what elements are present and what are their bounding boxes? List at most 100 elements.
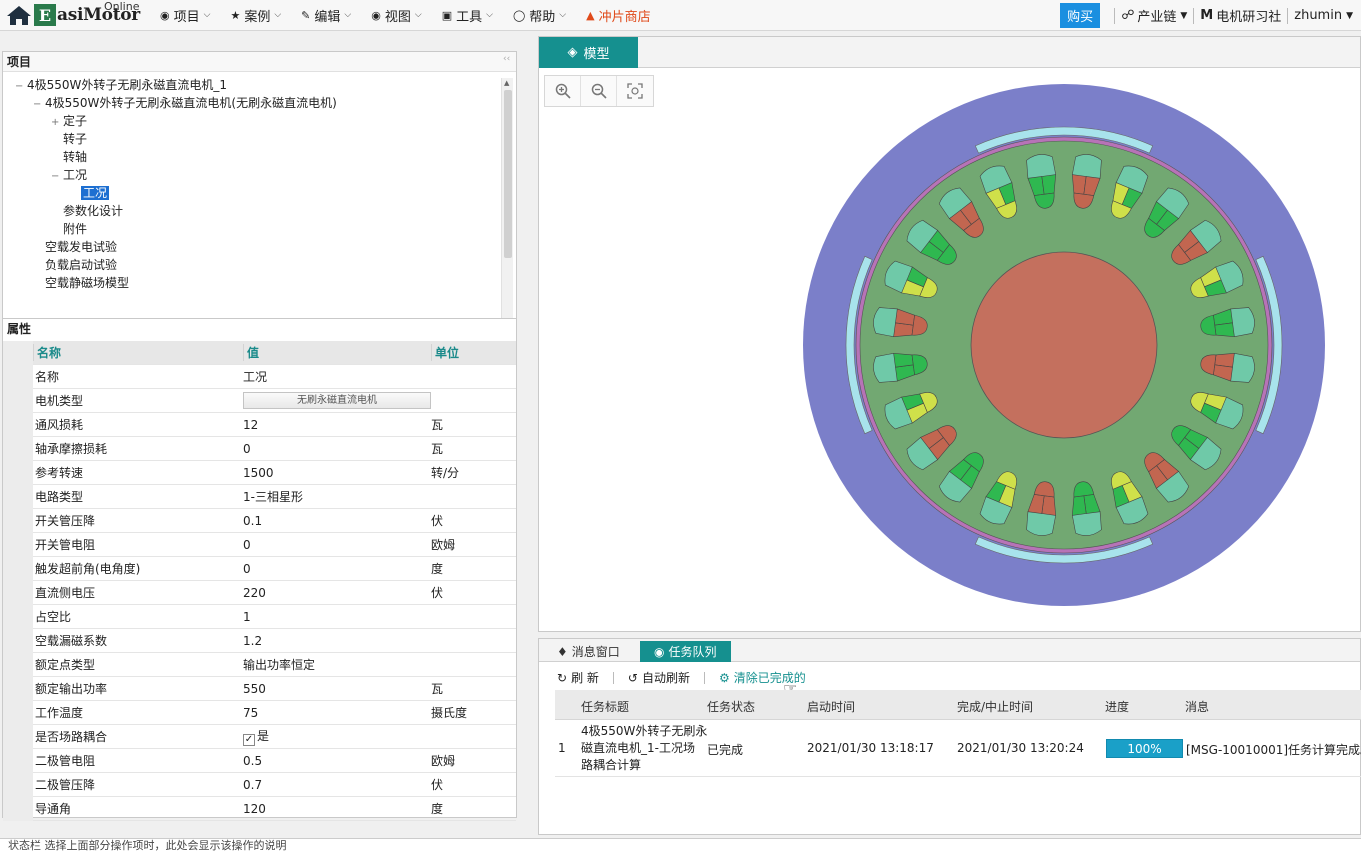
property-row[interactable]: 是否场路耦合 ✓ 是 — [3, 724, 516, 749]
property-row[interactable]: 轴承摩擦损耗 0 瓦 — [3, 436, 516, 461]
property-row[interactable]: 开关管电阻 0 欧姆 — [3, 532, 516, 557]
tree-node[interactable]: 附件 — [51, 221, 87, 238]
motor-cross-section[interactable] — [539, 71, 1360, 631]
property-value[interactable]: 1-三相星形 — [243, 488, 431, 505]
property-value[interactable]: 12 — [243, 418, 431, 432]
link-icon: ☍ — [1121, 8, 1135, 23]
property-row[interactable]: 电机类型 无刷永磁直流电机 — [3, 388, 516, 413]
scroll-thumb[interactable] — [504, 90, 512, 258]
property-row[interactable]: 名称 工况 — [3, 364, 516, 389]
menu-project[interactable]: ◉ 项目 ⌵ — [150, 0, 220, 31]
collapse-icon[interactable]: − — [15, 78, 24, 95]
tree-node[interactable]: 参数化设计 — [51, 203, 123, 220]
expand-icon[interactable]: + — [51, 114, 60, 131]
property-value[interactable]: 0.7 — [243, 778, 431, 792]
tab-model[interactable]: ◈ 模型 — [539, 37, 638, 68]
tree-node[interactable]: 空载静磁场模型 — [33, 275, 129, 292]
buy-button[interactable]: 购买 — [1060, 3, 1101, 28]
property-value[interactable]: 0.5 — [243, 754, 431, 768]
property-value[interactable]: 75 — [243, 706, 431, 720]
menu-lamination-shop[interactable]: ▲ 冲片商店 — [576, 0, 660, 31]
row-handle — [3, 508, 33, 533]
tree-node[interactable]: −4极550W外转子无刷永磁直流电机(无刷永磁直流电机) — [33, 95, 337, 112]
menu-tools[interactable]: ▣ 工具 ⌵ — [432, 0, 503, 31]
brand-suffix: Online — [104, 0, 140, 13]
property-row[interactable]: 工作温度 75 摄氏度 — [3, 700, 516, 725]
property-row[interactable]: 开关管压降 0.1 伏 — [3, 508, 516, 533]
tree-node[interactable]: + 定子 — [51, 113, 87, 130]
tree-node[interactable]: − 工况 — [51, 167, 87, 184]
header-unit[interactable]: 单位 — [431, 344, 516, 361]
property-value[interactable]: 输出功率恒定 — [243, 656, 431, 673]
property-value[interactable]: 550 — [243, 682, 431, 696]
community-link[interactable]: M 电机研习社 — [1200, 6, 1281, 25]
refresh-button[interactable]: ↻ 刷 新 — [557, 669, 599, 686]
tree-node[interactable]: 工况 — [69, 185, 110, 202]
property-row[interactable]: 额定输出功率 550 瓦 — [3, 676, 516, 701]
property-row[interactable]: 空载漏磁系数 1.2 — [3, 628, 516, 653]
property-value[interactable]: 无刷永磁直流电机 — [243, 392, 431, 409]
property-row[interactable]: 导通角 120 度 — [3, 796, 516, 821]
header-value[interactable]: 值 — [243, 344, 431, 361]
property-value[interactable]: 0 — [243, 442, 431, 456]
menu-help[interactable]: ◯ 帮助 ⌵ — [503, 0, 576, 31]
collapse-icon[interactable]: − — [33, 96, 42, 113]
scroll-up-icon[interactable]: ▲ — [504, 79, 509, 87]
tree-node[interactable]: 空载发电试验 — [33, 239, 117, 256]
table-row[interactable]: 1 4极550W外转子无刷永 磁直流电机_1-工况场 路耦合计算 已完成 202… — [555, 721, 1361, 777]
property-value[interactable]: 220 — [243, 586, 431, 600]
tab-message-window[interactable]: ♦ 消息窗口 — [543, 641, 634, 662]
property-row[interactable]: 额定点类型 输出功率恒定 — [3, 652, 516, 677]
tree-node[interactable]: −4极550W外转子无刷永磁直流电机_1 — [15, 77, 227, 94]
property-name: 二极管电阻 — [35, 754, 96, 768]
property-value[interactable]: 1.2 — [243, 634, 431, 648]
tree-node[interactable]: 转轴 — [51, 149, 87, 166]
property-value[interactable]: 1 — [243, 610, 431, 624]
menu-edit[interactable]: ✎ 编辑 ⌵ — [291, 0, 361, 31]
property-row[interactable]: 直流侧电压 220 伏 — [3, 580, 516, 605]
tree-node[interactable]: 负载启动试验 — [33, 257, 117, 274]
property-value[interactable]: 1500 — [243, 466, 431, 480]
tree-node-label: 转轴 — [63, 150, 88, 164]
property-unit: 转/分 — [431, 466, 460, 480]
tab-task-queue[interactable]: ◉ 任务队列 — [640, 641, 731, 662]
col-start-time[interactable]: 启动时间 — [807, 698, 855, 715]
col-task-title[interactable]: 任务标题 — [581, 698, 629, 715]
property-row[interactable]: 触发超前角(电角度) 0 度 — [3, 556, 516, 581]
auto-refresh-button[interactable]: ↺ 自动刷新 — [628, 669, 690, 686]
coupling-checkbox[interactable]: ✓ — [243, 734, 255, 746]
menu-view[interactable]: ◉ 视图 ⌵ — [361, 0, 431, 31]
property-value[interactable]: 0.1 — [243, 514, 431, 528]
tree-scrollbar[interactable]: ▲ ▼ — [501, 78, 513, 332]
collapse-icon[interactable]: ‹‹ — [503, 54, 510, 64]
property-value[interactable]: 0 — [243, 562, 431, 576]
menu-examples[interactable]: ★ 案例 ⌵ — [220, 0, 291, 31]
col-message[interactable]: 消息 — [1185, 698, 1209, 715]
collapse-icon[interactable]: − — [51, 168, 60, 185]
property-value[interactable]: ✓ 是 — [243, 727, 431, 746]
property-value[interactable]: 120 — [243, 802, 431, 816]
property-value[interactable]: 工况 — [243, 368, 431, 385]
app-logo[interactable]: E asiMotor Online — [0, 0, 150, 31]
toolbox-icon: ▣ — [441, 8, 453, 22]
chevron-down-icon: ⌵ — [414, 10, 422, 20]
col-task-status[interactable]: 任务状态 — [707, 698, 755, 715]
header-name[interactable]: 名称 — [33, 344, 243, 361]
task-status: 已完成 — [707, 743, 744, 757]
user-menu[interactable]: zhumin ▼ — [1294, 8, 1353, 23]
tree-node[interactable]: 转子 — [51, 131, 87, 148]
tree-node-label: 工况 — [81, 186, 110, 200]
logo-e-badge: E — [34, 4, 56, 26]
industry-chain-menu[interactable]: ☍ 产业链 ▼ — [1121, 6, 1187, 25]
property-row[interactable]: 占空比 1 — [3, 604, 516, 629]
property-row[interactable]: 二极管电阻 0.5 欧姆 — [3, 748, 516, 773]
property-row[interactable]: 参考转速 1500 转/分 — [3, 460, 516, 485]
motor-type-button[interactable]: 无刷永磁直流电机 — [243, 392, 431, 409]
property-value[interactable]: 0 — [243, 538, 431, 552]
property-row[interactable]: 电路类型 1-三相星形 — [3, 484, 516, 509]
col-progress[interactable]: 进度 — [1105, 698, 1129, 715]
col-end-time[interactable]: 完成/中止时间 — [957, 698, 1033, 715]
progress-bar: 100% — [1106, 739, 1183, 758]
property-row[interactable]: 通风损耗 12 瓦 — [3, 412, 516, 437]
property-row[interactable]: 二极管压降 0.7 伏 — [3, 772, 516, 797]
